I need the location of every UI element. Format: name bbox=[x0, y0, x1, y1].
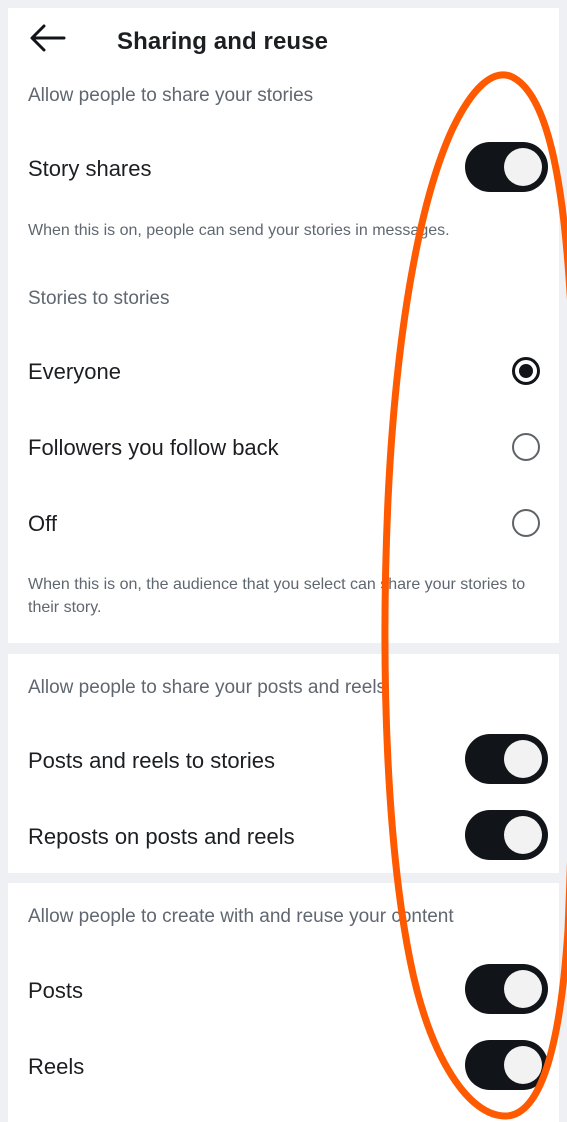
posts-reels-to-stories-toggle[interactable] bbox=[465, 734, 548, 784]
section-header-stories: Allow people to share your stories bbox=[28, 85, 314, 106]
story-shares-note: When this is on, people can send your st… bbox=[28, 222, 450, 239]
toggle-knob bbox=[504, 740, 542, 778]
audience-note: When this is on, the audience that you s… bbox=[28, 576, 526, 616]
section-header-stories-to-stories: Stories to stories bbox=[28, 288, 170, 309]
story-shares-toggle[interactable] bbox=[465, 142, 548, 192]
option-followers-label: Followers you follow back bbox=[28, 435, 279, 460]
radio-off[interactable] bbox=[512, 509, 540, 537]
toggle-knob bbox=[504, 970, 542, 1008]
reels-reuse-toggle[interactable] bbox=[465, 1040, 548, 1090]
option-everyone-label: Everyone bbox=[28, 359, 121, 384]
toggle-knob bbox=[504, 1046, 542, 1084]
reels-reuse-label: Reels bbox=[28, 1054, 85, 1079]
reuse-content-card: Allow people to create with and reuse yo… bbox=[8, 883, 559, 1122]
reposts-label: Reposts on posts and reels bbox=[28, 824, 295, 849]
toggle-knob bbox=[504, 816, 542, 854]
radio-followers-you-follow-back[interactable] bbox=[512, 433, 540, 461]
posts-sharing-card: Allow people to share your posts and ree… bbox=[8, 654, 559, 873]
toggle-knob bbox=[504, 148, 542, 186]
radio-dot bbox=[519, 364, 533, 378]
section-header-posts: Allow people to share your posts and ree… bbox=[28, 677, 387, 698]
reposts-toggle[interactable] bbox=[465, 810, 548, 860]
arrow-left-icon bbox=[30, 24, 66, 52]
story-shares-label: Story shares bbox=[28, 156, 152, 181]
top-bar: Sharing and reuse bbox=[8, 8, 559, 70]
posts-reels-to-stories-label: Posts and reels to stories bbox=[28, 748, 276, 773]
option-off-label: Off bbox=[28, 511, 57, 536]
radio-everyone[interactable] bbox=[512, 357, 540, 385]
page-title: Sharing and reuse bbox=[117, 28, 329, 55]
back-button[interactable] bbox=[28, 22, 68, 54]
section-header-reuse: Allow people to create with and reuse yo… bbox=[28, 906, 454, 927]
story-sharing-card: Allow people to share your stories Story… bbox=[8, 70, 559, 643]
posts-reuse-label: Posts bbox=[28, 978, 84, 1003]
posts-reuse-toggle[interactable] bbox=[465, 964, 548, 1014]
